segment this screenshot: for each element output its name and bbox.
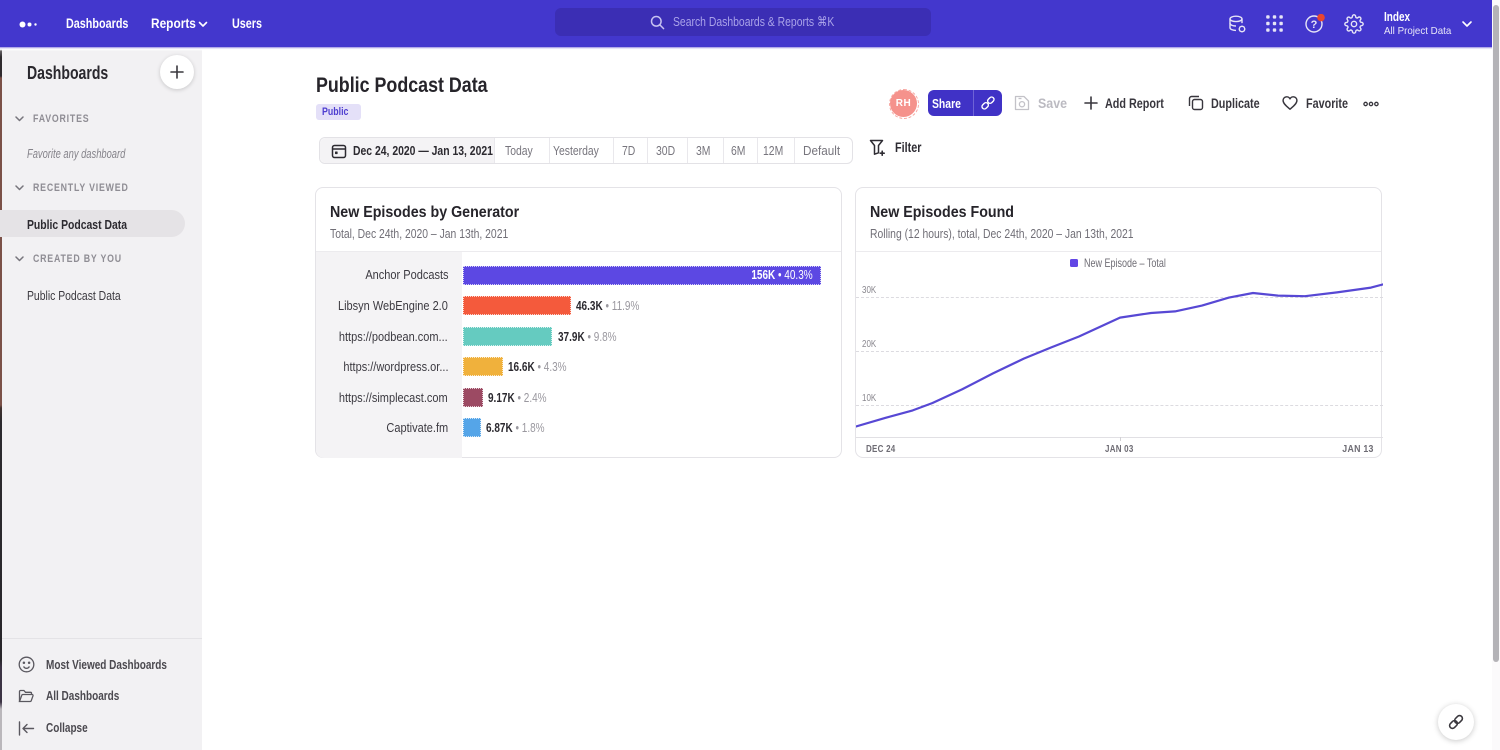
svg-text:?: ? (1311, 19, 1318, 31)
